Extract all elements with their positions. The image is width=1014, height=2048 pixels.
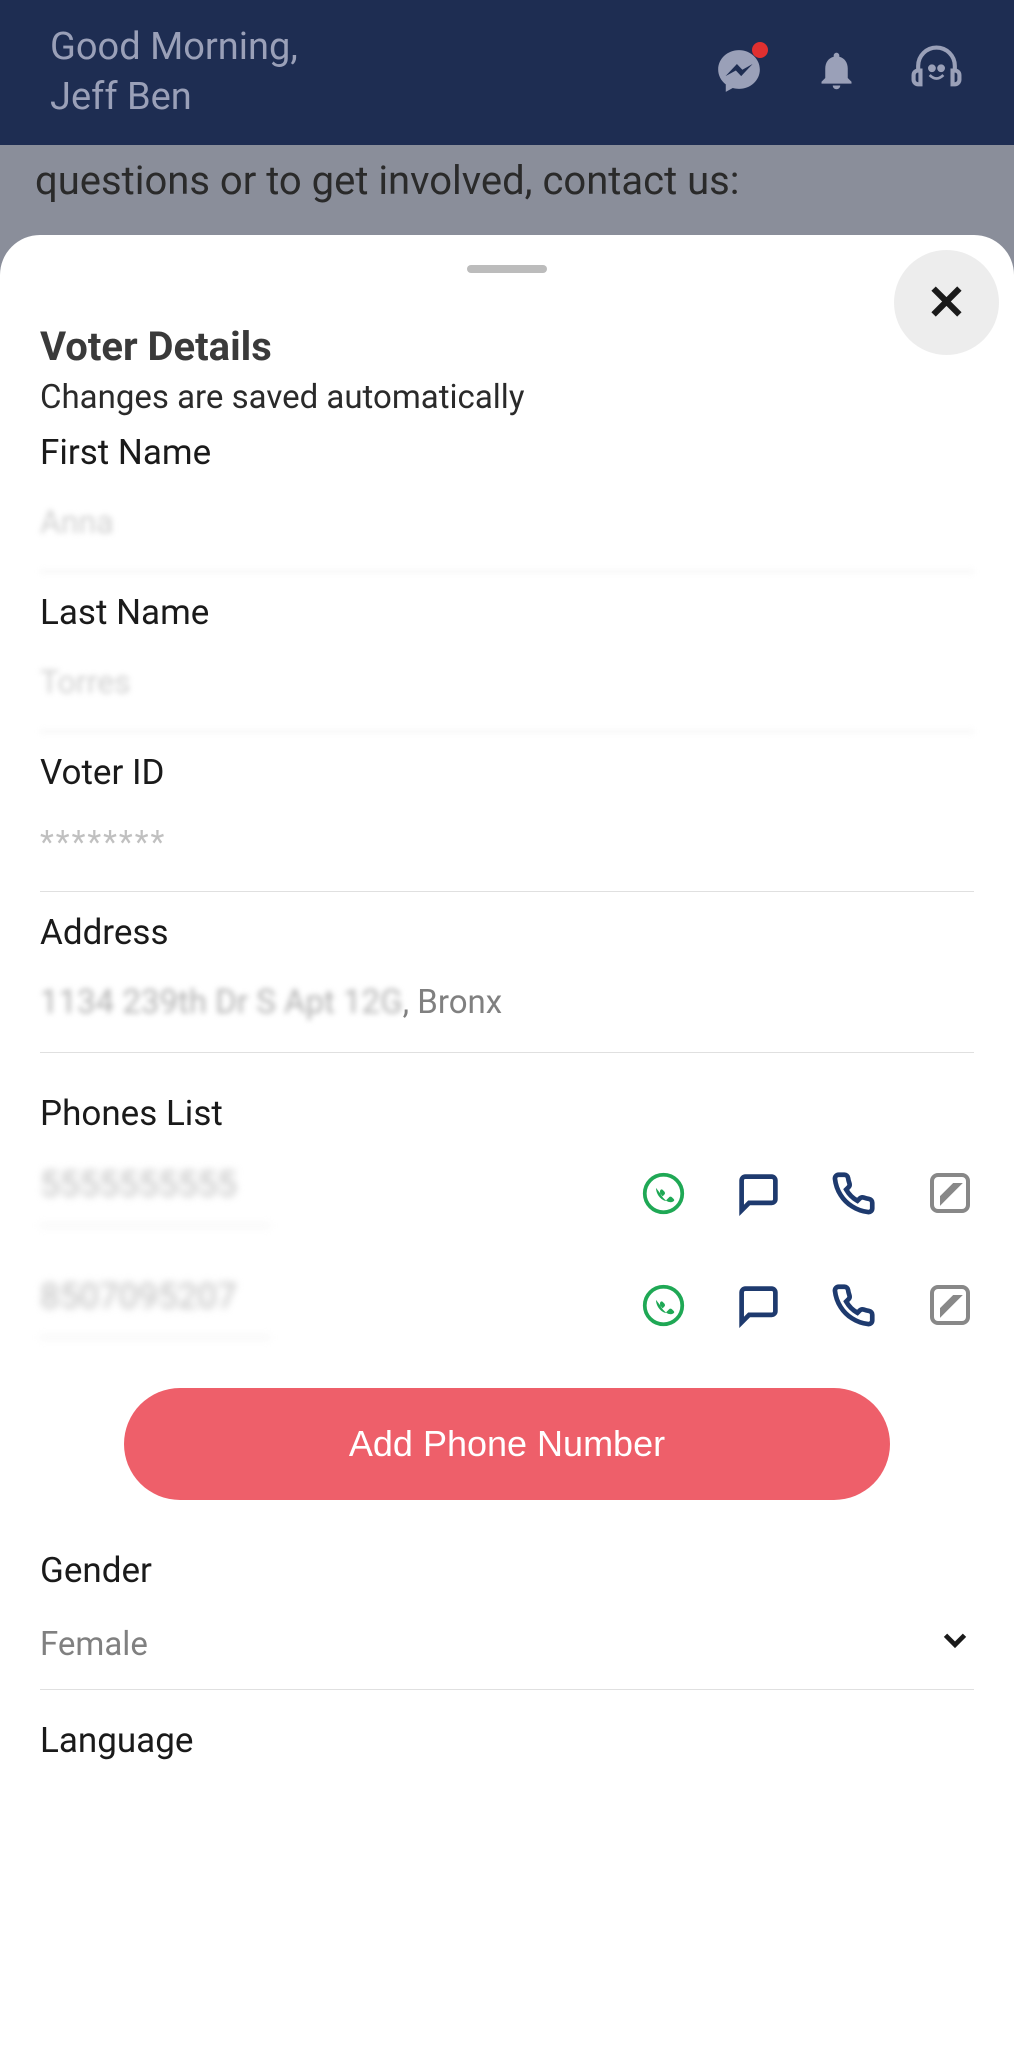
last-name-field: Last Name Torres	[40, 592, 974, 732]
language-label: Language	[40, 1720, 974, 1761]
address-clear: , Bronx	[403, 983, 503, 1022]
message-icon[interactable]	[736, 1283, 781, 1332]
chevron-down-icon	[936, 1621, 974, 1667]
greeting-text: Good Morning, Jeff Ben	[50, 23, 298, 122]
sheet-title: Voter Details	[40, 323, 974, 370]
background-content: questions or to get involved, contact us…	[0, 145, 1014, 216]
close-button[interactable]: ✕	[894, 250, 999, 355]
voter-id-field: Voter ID ********	[40, 752, 974, 892]
bell-icon[interactable]	[814, 48, 859, 97]
whatsapp-icon[interactable]	[641, 1283, 686, 1332]
phone-row: 5555555555	[40, 1164, 974, 1226]
voter-id-label: Voter ID	[40, 752, 974, 793]
header-actions	[714, 43, 964, 102]
add-phone-button[interactable]: Add Phone Number	[124, 1388, 890, 1500]
support-icon[interactable]	[909, 43, 964, 102]
sheet-content: Voter Details Changes are saved automati…	[0, 293, 1014, 1761]
phone-number-input[interactable]: 8507095207	[40, 1276, 270, 1338]
app-header: Good Morning, Jeff Ben	[0, 0, 1014, 145]
phone-icon[interactable]	[831, 1283, 876, 1332]
edit-icon[interactable]	[926, 1281, 974, 1333]
address-label: Address	[40, 912, 974, 953]
messenger-icon[interactable]	[714, 46, 764, 100]
gender-label: Gender	[40, 1550, 974, 1591]
edit-icon[interactable]	[926, 1169, 974, 1221]
greeting-line-1: Good Morning,	[50, 23, 298, 72]
phone-number-input[interactable]: 5555555555	[40, 1164, 270, 1226]
voter-details-sheet: ✕ Voter Details Changes are saved automa…	[0, 235, 1014, 2048]
whatsapp-icon[interactable]	[641, 1171, 686, 1220]
first-name-label: First Name	[40, 432, 974, 473]
address-blurred: 1134 239th Dr S Apt 12G	[40, 983, 403, 1022]
greeting-line-2: Jeff Ben	[50, 73, 298, 122]
phone-actions	[641, 1169, 974, 1221]
notification-dot	[752, 42, 768, 58]
voter-id-input[interactable]: ********	[40, 823, 974, 892]
first-name-field: First Name Anna	[40, 432, 974, 572]
phone-row: 8507095207	[40, 1276, 974, 1338]
phone-icon[interactable]	[831, 1171, 876, 1220]
phone-actions	[641, 1281, 974, 1333]
last-name-label: Last Name	[40, 592, 974, 633]
gender-dropdown[interactable]: Female	[40, 1621, 974, 1690]
address-input[interactable]: 1134 239th Dr S Apt 12G, Bronx	[40, 983, 974, 1053]
sheet-subtitle: Changes are saved automatically	[40, 378, 974, 417]
gender-field: Gender Female	[40, 1550, 974, 1690]
last-name-input[interactable]: Torres	[40, 663, 974, 732]
first-name-input[interactable]: Anna	[40, 503, 974, 572]
address-field: Address 1134 239th Dr S Apt 12G, Bronx	[40, 912, 974, 1053]
message-icon[interactable]	[736, 1171, 781, 1220]
drag-handle[interactable]	[467, 265, 547, 273]
language-field: Language	[40, 1720, 974, 1761]
gender-selected-value: Female	[40, 1625, 148, 1664]
phones-section-label: Phones List	[40, 1093, 974, 1134]
